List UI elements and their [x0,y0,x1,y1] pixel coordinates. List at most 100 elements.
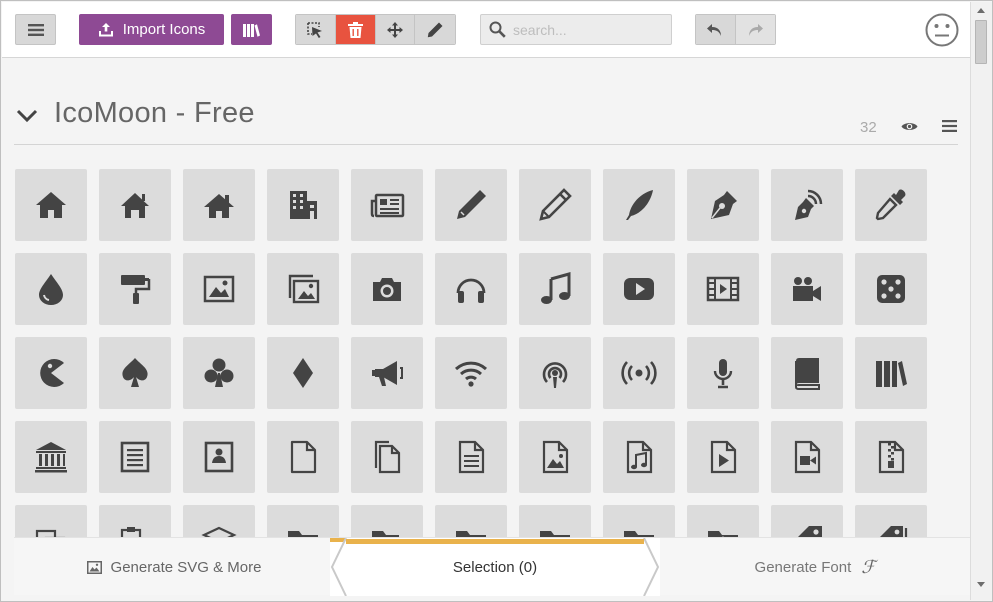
icon-tile-droplet[interactable] [15,253,87,325]
eye-icon[interactable] [901,121,918,132]
search-box[interactable] [480,14,672,45]
icon-tile-blog[interactable] [771,169,843,241]
vertical-scrollbar[interactable] [970,2,992,600]
icon-tile-folder-plus[interactable] [435,505,507,539]
icon-tile-files-empty[interactable] [351,421,423,493]
camera-icon [373,278,401,301]
scroll-down-arrow[interactable] [977,582,985,587]
icon-tile-file-zip[interactable] [855,421,927,493]
icon-tile-folder[interactable] [267,505,339,539]
icon-tile-home[interactable] [15,169,87,241]
icon-tile-images[interactable] [267,253,339,325]
icon-count: 32 [860,119,877,136]
icon-tile-file-video[interactable] [771,421,843,493]
icon-tile-connection[interactable] [435,337,507,409]
icon-tile-home3[interactable] [183,169,255,241]
office-icon [290,191,317,219]
generate-font-button[interactable]: Generate Font ℱ [660,538,970,596]
icon-tile-newspaper[interactable] [351,169,423,241]
home2-icon [121,193,149,218]
icon-tile-file-text[interactable] [99,421,171,493]
icon-tile-office[interactable] [267,169,339,241]
icon-tile-pen[interactable] [687,169,759,241]
undo-button[interactable] [696,15,736,44]
icon-tile-eyedropper[interactable] [855,169,927,241]
clubs-icon [204,358,234,387]
newspaper-icon [370,193,405,218]
icon-tile-dice[interactable] [855,253,927,325]
icon-tile-copy[interactable] [15,505,87,539]
icon-tile-books[interactable] [855,337,927,409]
icon-tile-camera[interactable] [351,253,423,325]
generate-svg-button[interactable]: Generate SVG & More [14,538,334,596]
icon-tile-quill[interactable] [603,169,675,241]
selection-count-label: Selection (0) [452,558,538,576]
icon-tile-price-tags[interactable] [855,505,927,539]
neutral-face-icon[interactable] [925,13,959,47]
icon-tile-diamonds[interactable] [267,337,339,409]
library-icon [35,442,67,473]
icon-set-title: IcoMoon - Free [54,97,255,129]
icon-tile-library[interactable] [15,421,87,493]
icon-tile-folder-minus[interactable] [519,505,591,539]
icon-tile-video-camera[interactable] [771,253,843,325]
icon-tile-folder-upload[interactable] [687,505,759,539]
icon-tile-image[interactable] [183,253,255,325]
pencil-icon [427,22,443,37]
icon-tile-pencil[interactable] [435,169,507,241]
icon-tile-pacman[interactable] [15,337,87,409]
icon-tile-file-picture[interactable] [519,421,591,493]
icon-tile-folder-open[interactable] [351,505,423,539]
podcast-icon [542,362,568,388]
search-input[interactable] [513,21,663,38]
icon-tile-file-music[interactable] [603,421,675,493]
icon-tile-file-play[interactable] [687,421,759,493]
icon-tile-film[interactable] [687,253,759,325]
icon-tile-clubs[interactable] [183,337,255,409]
set-menu-icon[interactable] [942,120,957,132]
search-icon [489,21,506,38]
hamburger-icon [27,23,44,36]
icon-tile-home2[interactable] [99,169,171,241]
icon-tile-price-tag[interactable] [771,505,843,539]
connection-icon [454,361,488,387]
undo-icon [707,23,722,36]
file-zip-icon [878,440,905,474]
edit-tool-button[interactable] [415,15,455,44]
icon-library-button[interactable] [231,14,272,45]
main-menu-button[interactable] [15,14,56,45]
icon-tile-spades[interactable] [99,337,171,409]
icon-tile-folder-download[interactable] [603,505,675,539]
icon-tile-file-empty[interactable] [267,421,339,493]
file-empty-icon [290,440,317,474]
chevron-down-icon[interactable] [16,109,38,123]
icon-tile-file-text2[interactable] [435,421,507,493]
video-camera-icon [793,277,821,301]
scroll-up-arrow[interactable] [977,8,985,13]
icon-tile-mic[interactable] [687,337,759,409]
icon-tile-headphones[interactable] [435,253,507,325]
delete-tool-button[interactable] [335,15,376,44]
mic-icon [713,359,733,389]
select-tool-button[interactable] [296,15,336,44]
scrollbar-thumb[interactable] [975,20,987,64]
icon-tile-music[interactable] [519,253,591,325]
play-icon [624,278,654,300]
icon-tile-bullhorn[interactable] [351,337,423,409]
icon-tile-paint-format[interactable] [99,253,171,325]
icon-tile-book[interactable] [771,337,843,409]
redo-button[interactable] [735,15,775,44]
icon-tile-paste[interactable] [99,505,171,539]
quill-icon [626,190,653,220]
files-empty-icon [374,440,401,474]
icon-tile-pencil2[interactable] [519,169,591,241]
move-tool-button[interactable] [375,15,416,44]
icon-tile-stack[interactable] [183,505,255,539]
icon-tile-podcast[interactable] [519,337,591,409]
history-button-group [695,14,776,45]
icon-tile-feed[interactable] [603,337,675,409]
selection-tab[interactable]: Selection (0) [330,538,660,596]
import-icons-button[interactable]: Import Icons [79,14,224,45]
icon-tile-profile[interactable] [183,421,255,493]
icon-tile-play[interactable] [603,253,675,325]
